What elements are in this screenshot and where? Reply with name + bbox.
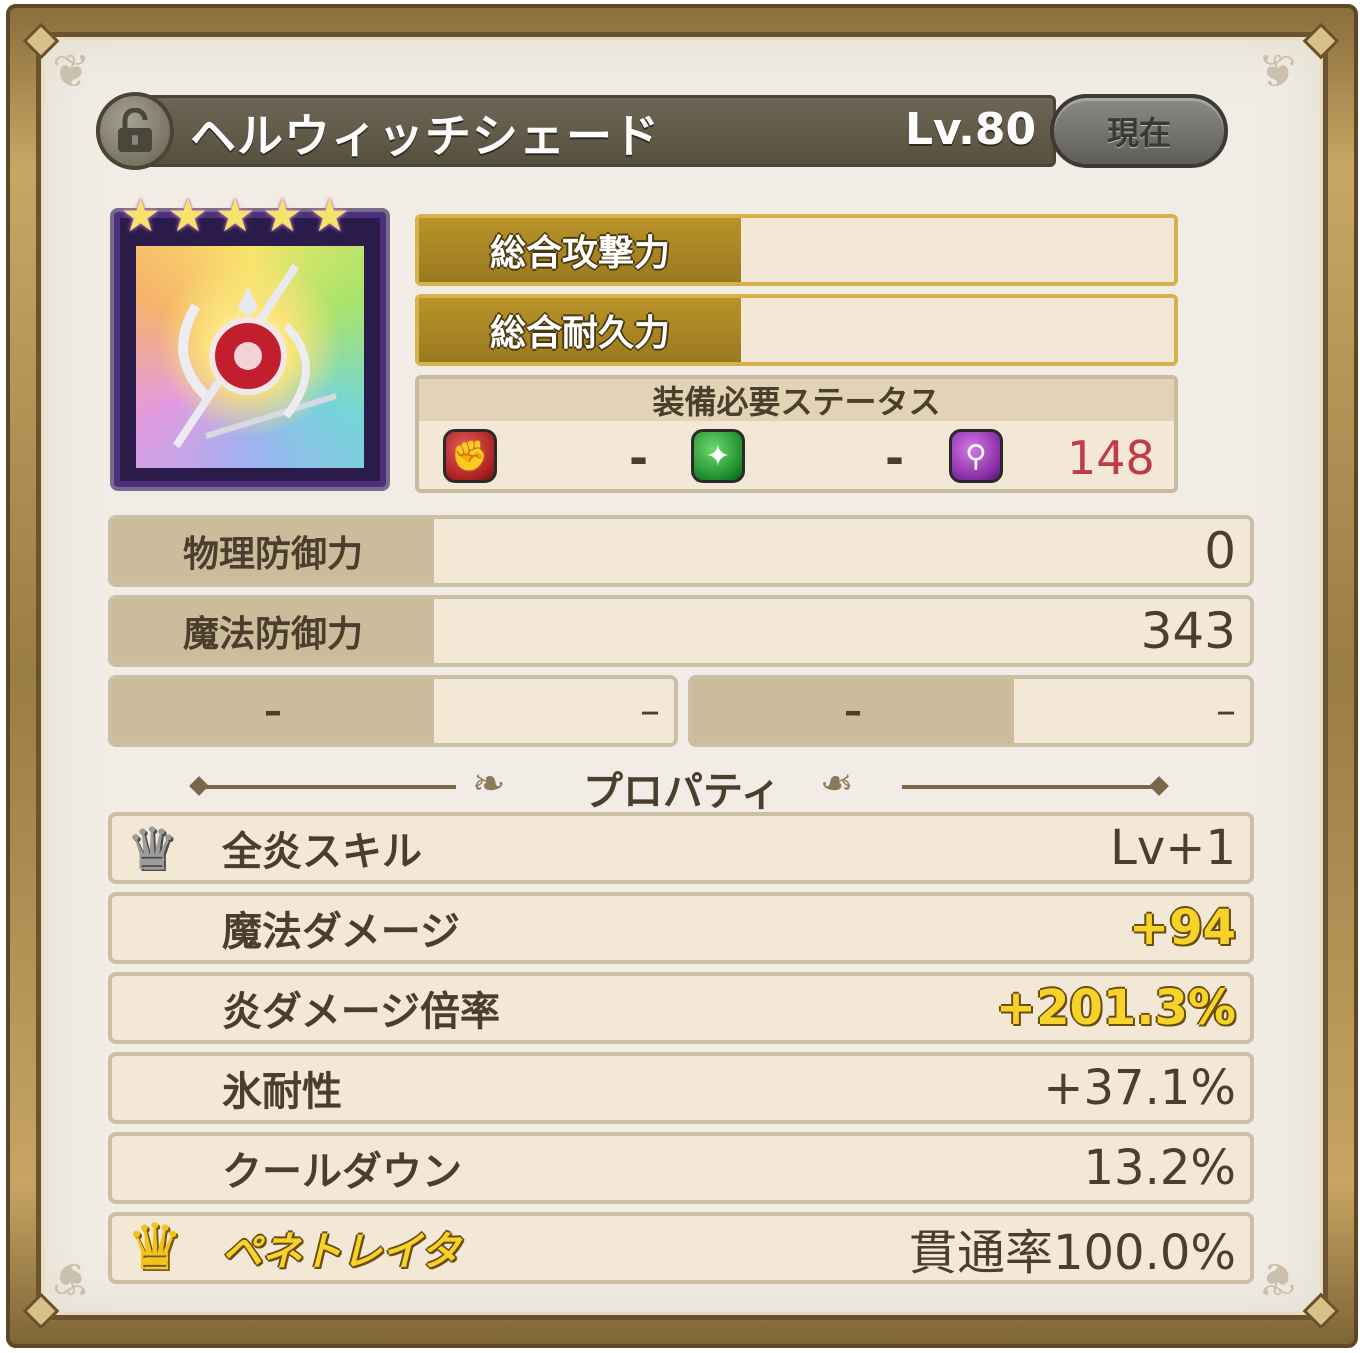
divider-line xyxy=(200,785,456,789)
empty-stat-row: – – xyxy=(108,675,678,747)
rarity-stars: ★ ★ ★ ★ ★ xyxy=(120,192,350,238)
gold-crown-icon: ♛ xyxy=(126,1211,184,1285)
rarity-star-icon: ★ xyxy=(309,188,351,242)
total-durability-row: 総合耐久力 xyxy=(415,294,1178,366)
property-row: 炎ダメージ倍率 +201.3% xyxy=(108,972,1254,1044)
magic-wand-icon: ⚲ xyxy=(949,429,1003,483)
magic-defense-label: 魔法防御力 xyxy=(112,599,434,663)
str-requirement: - xyxy=(629,431,649,485)
magic-defense-row: 魔法防御力 343 xyxy=(108,595,1254,667)
sparkle-icon: ✦ xyxy=(691,429,745,483)
property-value: 貫通率100.0% xyxy=(908,1225,1236,1281)
empty-stat-value: – xyxy=(640,688,660,734)
staff-weapon-icon xyxy=(172,263,337,449)
flourish-icon: ❧ xyxy=(820,761,854,807)
physical-defense-value: 0 xyxy=(1204,522,1236,580)
required-status-title: 装備必要ステータス xyxy=(419,379,1174,421)
property-label: 炎ダメージ倍率 xyxy=(222,989,500,1035)
property-value: +94 xyxy=(1128,900,1236,956)
property-value: +37.1% xyxy=(1043,1060,1236,1116)
corner-ornament-icon: ❦ xyxy=(1258,1252,1297,1306)
property-row: ♛ 全炎スキル Lv+1 xyxy=(108,812,1254,884)
property-row: ♛ ペネトレイタ 貫通率100.0% xyxy=(108,1212,1254,1284)
property-title: プロパティ xyxy=(583,769,781,815)
total-attack-label: 総合攻撃力 xyxy=(419,218,741,282)
int-requirement: 148 xyxy=(1067,431,1155,485)
weapon-artwork xyxy=(136,246,364,468)
rarity-star-icon: ★ xyxy=(167,188,209,242)
property-value: Lv+1 xyxy=(1110,820,1236,876)
property-label: 氷耐性 xyxy=(222,1069,342,1115)
total-durability-label: 総合耐久力 xyxy=(419,298,741,362)
item-name: ヘルウィッチシェード xyxy=(190,109,660,163)
property-row: クールダウン 13.2% xyxy=(108,1132,1254,1204)
divider-line xyxy=(902,785,1160,789)
physical-defense-label: 物理防御力 xyxy=(112,519,434,583)
property-label: 全炎スキル xyxy=(222,829,422,875)
corner-ornament-icon: ❦ xyxy=(52,44,91,98)
property-divider: ❧ プロパティ ❧ xyxy=(189,755,1172,815)
property-row: 氷耐性 +37.1% xyxy=(108,1052,1254,1124)
property-label: ペネトレイタ xyxy=(222,1229,461,1275)
physical-defense-row: 物理防御力 0 xyxy=(108,515,1254,587)
flourish-icon: ❧ xyxy=(472,761,506,807)
empty-stat-row: – – xyxy=(688,675,1254,747)
silver-crown-icon: ♛ xyxy=(126,815,178,883)
property-row: 魔法ダメージ +94 xyxy=(108,892,1254,964)
corner-ornament-icon: ❦ xyxy=(1258,44,1297,98)
fist-icon: ✊ xyxy=(443,429,497,483)
dex-requirement: - xyxy=(885,431,905,485)
empty-stat-label: – xyxy=(692,679,1014,743)
current-button[interactable]: 現在 xyxy=(1050,94,1228,168)
required-status-box: 装備必要ステータス ✊ - ✦ - ⚲ 148 xyxy=(415,375,1178,493)
rarity-star-icon: ★ xyxy=(261,188,303,242)
weapon-icon-card[interactable] xyxy=(110,208,390,491)
item-level: Lv.80 xyxy=(905,104,1037,155)
empty-stat-value: – xyxy=(1216,688,1236,734)
property-label: 魔法ダメージ xyxy=(222,909,460,955)
rarity-star-icon: ★ xyxy=(120,188,162,242)
lock-toggle-button[interactable] xyxy=(96,92,174,170)
magic-defense-value: 343 xyxy=(1140,602,1236,660)
empty-stat-label: – xyxy=(112,679,434,743)
total-attack-row: 総合攻撃力 xyxy=(415,214,1178,286)
divider-diamond-icon xyxy=(1149,776,1169,796)
corner-ornament-icon: ❦ xyxy=(52,1252,91,1306)
property-label: クールダウン xyxy=(222,1149,462,1195)
property-value: +201.3% xyxy=(995,980,1236,1036)
unlocked-padlock-icon xyxy=(118,108,152,152)
property-value: 13.2% xyxy=(1083,1140,1236,1196)
rarity-star-icon: ★ xyxy=(214,188,256,242)
